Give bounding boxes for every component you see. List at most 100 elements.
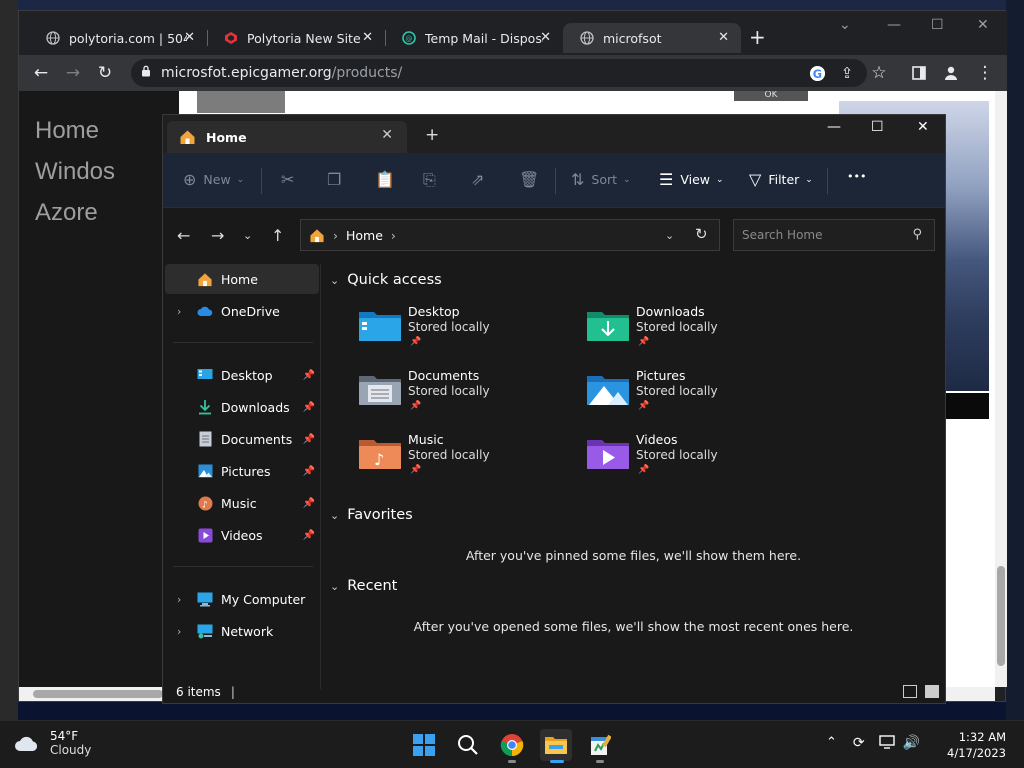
- nav-item-desktop[interactable]: Desktop 📌: [165, 360, 319, 390]
- filter-button[interactable]: ▽ Filter ⌄: [749, 170, 813, 189]
- clock[interactable]: 1:32 AM 4/17/2023: [946, 729, 1006, 761]
- nav-item-downloads[interactable]: Downloads 📌: [165, 392, 319, 422]
- minimize-icon[interactable]: —: [827, 119, 841, 135]
- paste-button[interactable]: 📋: [375, 170, 402, 189]
- monitor-network-icon[interactable]: [878, 735, 895, 751]
- close-icon[interactable]: ✕: [540, 30, 551, 45]
- tiles-view-icon[interactable]: [925, 685, 939, 698]
- close-icon[interactable]: ✕: [718, 30, 729, 45]
- sync-icon[interactable]: ⟳: [853, 735, 865, 751]
- browser-tab-active[interactable]: microfsot ✕: [563, 23, 741, 53]
- maximize-icon[interactable]: ☐: [931, 17, 944, 33]
- nav-item-onedrive[interactable]: › OneDrive: [165, 296, 319, 326]
- ok-button[interactable]: OK: [734, 91, 808, 101]
- share-button[interactable]: ⇗: [471, 170, 491, 189]
- profile-icon[interactable]: [939, 61, 963, 85]
- pin-icon[interactable]: 📌: [303, 498, 315, 509]
- chevron-down-icon[interactable]: ⌄: [839, 17, 851, 33]
- google-icon[interactable]: G: [805, 61, 829, 85]
- quick-access-item[interactable]: Pictures Stored locally 📌: [586, 368, 806, 418]
- quick-access-item[interactable]: Videos Stored locally 📌: [586, 432, 806, 482]
- section-quick-access[interactable]: ⌄ Quick access: [330, 272, 442, 288]
- chevron-right-icon[interactable]: ›: [177, 593, 181, 606]
- nav-item-pictures[interactable]: Pictures 📌: [165, 456, 319, 486]
- scrollbar-thumb[interactable]: [997, 566, 1005, 666]
- search-icon[interactable]: [452, 729, 484, 761]
- chevron-right-icon[interactable]: ›: [177, 305, 181, 318]
- page-nav-home[interactable]: Home: [35, 117, 99, 145]
- chevron-down-icon[interactable]: ⌄: [330, 580, 339, 593]
- file-explorer-icon[interactable]: [540, 729, 572, 761]
- browser-tab[interactable]: polytoria.com | 504: G ✕: [29, 23, 207, 53]
- explorer-tab[interactable]: Home ✕: [167, 121, 407, 153]
- nav-item-videos[interactable]: Videos 📌: [165, 520, 319, 550]
- section-favorites[interactable]: ⌄ Favorites: [330, 507, 413, 523]
- quick-access-item[interactable]: ♪ Music Stored locally 📌: [358, 432, 578, 482]
- nav-item-documents[interactable]: Documents 📌: [165, 424, 319, 454]
- more-options-button[interactable]: •••: [847, 170, 866, 183]
- pin-icon[interactable]: 📌: [303, 466, 315, 477]
- reload-icon[interactable]: ↻: [93, 61, 117, 85]
- notepad-icon[interactable]: [584, 729, 616, 761]
- close-icon[interactable]: ✕: [362, 30, 373, 45]
- chevron-right-icon[interactable]: ›: [391, 228, 396, 243]
- cut-button[interactable]: ✂: [281, 170, 301, 189]
- back-arrow-icon[interactable]: ←: [177, 226, 190, 245]
- nav-item-music[interactable]: ♪ Music 📌: [165, 488, 319, 518]
- new-tab-button[interactable]: +: [749, 25, 766, 49]
- nav-item-network[interactable]: › Network: [165, 616, 319, 646]
- pin-icon[interactable]: 📌: [303, 530, 315, 541]
- delete-button[interactable]: 🗑: [519, 170, 546, 189]
- rename-button[interactable]: ⎘: [423, 170, 443, 190]
- quick-access-item[interactable]: Desktop Stored locally 📌: [358, 304, 578, 354]
- view-button[interactable]: ☰ View ⌄: [659, 170, 724, 189]
- refresh-icon[interactable]: ↻: [695, 225, 708, 243]
- page-nav-windos[interactable]: Windos: [35, 158, 115, 186]
- pin-icon[interactable]: 📌: [303, 370, 315, 381]
- close-window-icon[interactable]: ✕: [917, 119, 929, 135]
- recent-locations-icon[interactable]: ⌄: [243, 229, 252, 242]
- details-view-icon[interactable]: [903, 685, 917, 698]
- explorer-address-bar[interactable]: › Home › ⌄ ↻: [300, 219, 720, 251]
- minimize-icon[interactable]: —: [887, 17, 901, 33]
- nav-item-home[interactable]: Home: [165, 264, 319, 294]
- quick-access-item[interactable]: Downloads Stored locally 📌: [586, 304, 806, 354]
- new-tab-button[interactable]: +: [425, 125, 439, 145]
- weather-widget[interactable]: 54°F Cloudy: [14, 729, 91, 757]
- close-window-icon[interactable]: ✕: [977, 17, 989, 33]
- new-button[interactable]: ⊕ New ⌄: [183, 170, 244, 189]
- browser-tab[interactable]: @ Temp Mail - Disposab ✕: [385, 23, 563, 53]
- up-arrow-icon[interactable]: ↑: [271, 226, 284, 245]
- address-bar[interactable]: microsfot.epicgamer.org/products/: [131, 59, 867, 87]
- chevron-up-icon[interactable]: ⌃: [826, 735, 837, 751]
- section-recent[interactable]: ⌄ Recent: [330, 578, 397, 594]
- search-input[interactable]: Search Home ⚲: [733, 219, 935, 251]
- copy-button[interactable]: ❐: [327, 170, 348, 189]
- pin-icon[interactable]: 📌: [303, 434, 315, 445]
- forward-arrow-icon[interactable]: →: [211, 226, 224, 245]
- browser-tab[interactable]: Polytoria New Site & ✕: [207, 23, 385, 53]
- menu-dots-icon[interactable]: ⋮: [973, 61, 997, 85]
- chevron-right-icon[interactable]: ›: [177, 625, 181, 638]
- scrollbar-thumb[interactable]: [33, 690, 163, 698]
- pin-icon[interactable]: 📌: [303, 402, 315, 413]
- chrome-icon[interactable]: [496, 729, 528, 761]
- star-icon[interactable]: ☆: [867, 61, 891, 85]
- maximize-icon[interactable]: ☐: [871, 119, 884, 135]
- share-icon[interactable]: ⇪: [835, 61, 859, 85]
- nav-item-my-computer[interactable]: › My Computer: [165, 584, 319, 614]
- chevron-down-icon[interactable]: ⌄: [330, 509, 339, 522]
- sort-button[interactable]: ⇅ Sort ⌄: [571, 170, 631, 189]
- quick-access-item[interactable]: Documents Stored locally 📌: [358, 368, 578, 418]
- close-icon[interactable]: ✕: [381, 127, 393, 143]
- windows-start-icon[interactable]: [408, 729, 440, 761]
- chevron-down-icon[interactable]: ⌄: [330, 274, 339, 287]
- page-nav-azore[interactable]: Azore: [35, 199, 98, 227]
- forward-arrow-icon[interactable]: →: [61, 61, 85, 85]
- chevron-down-icon[interactable]: ⌄: [665, 229, 674, 242]
- close-icon[interactable]: ✕: [184, 30, 195, 45]
- sidepanel-icon[interactable]: [907, 61, 931, 85]
- volume-icon[interactable]: 🔊: [903, 735, 920, 751]
- back-arrow-icon[interactable]: ←: [29, 61, 53, 85]
- vertical-scrollbar[interactable]: [995, 91, 1007, 687]
